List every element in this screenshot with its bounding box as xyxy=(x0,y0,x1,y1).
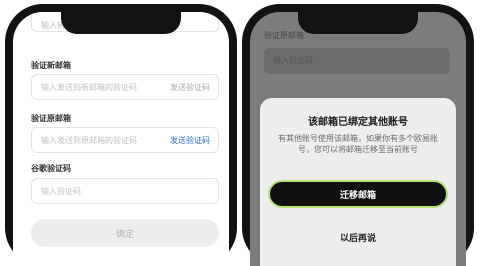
left-phone-frame: 输入新邮箱 验证新邮箱 输入发送到新邮箱的验证码 发送验证码 验证原邮箱 输入发… xyxy=(5,4,237,266)
send-old-email-code-button[interactable]: 发送验证码 xyxy=(170,135,210,146)
dialog-title: 该邮箱已绑定其他账号 xyxy=(308,117,408,128)
confirm-button[interactable]: 确定 xyxy=(31,219,219,247)
left-screen: 输入新邮箱 验证新邮箱 输入发送到新邮箱的验证码 发送验证码 验证原邮箱 输入发… xyxy=(13,12,229,266)
old-email-label: 验证原邮箱 xyxy=(31,114,71,123)
new-email-code-placeholder: 输入发送到新邮箱的验证码 xyxy=(41,83,137,92)
background-code-placeholder: 输入验证码 xyxy=(273,56,313,65)
google-code-placeholder: 输入验证码 xyxy=(41,187,81,196)
old-email-code-placeholder: 输入发送到原邮箱的验证码 xyxy=(41,136,137,145)
old-email-code-input[interactable]: 输入发送到原邮箱的验证码 发送验证码 xyxy=(31,127,219,153)
phone-notch xyxy=(61,12,181,34)
later-button[interactable]: 以后再说 xyxy=(268,224,448,250)
new-email-label: 验证新邮箱 xyxy=(31,61,71,70)
right-screen: 验证原邮箱 输入验证码 该邮箱已绑定其他账号 有其他账号使用该邮箱，如果你有多个… xyxy=(250,12,466,266)
google-code-input[interactable]: 输入验证码 xyxy=(31,178,219,204)
dialog-description: 有其他账号使用该邮箱，如果你有多个欧易账号，您可以将邮箱迁移至当前账号 xyxy=(278,134,438,154)
right-phone-frame: 验证原邮箱 输入验证码 该邮箱已绑定其他账号 有其他账号使用该邮箱，如果你有多个… xyxy=(242,4,474,266)
email-bound-dialog: 该邮箱已绑定其他账号 有其他账号使用该邮箱，如果你有多个欧易账号，您可以将邮箱迁… xyxy=(260,98,456,266)
background-code-input: 输入验证码 xyxy=(264,48,450,74)
phone-notch xyxy=(298,12,418,34)
new-email-code-input[interactable]: 输入发送到新邮箱的验证码 发送验证码 xyxy=(31,74,219,100)
send-new-email-code-button[interactable]: 发送验证码 xyxy=(170,82,210,93)
migrate-email-button[interactable]: 迁移邮箱 xyxy=(268,180,448,208)
google-code-label: 谷歌验证码 xyxy=(31,164,71,173)
background-old-email-label: 验证原邮箱 xyxy=(264,31,304,40)
